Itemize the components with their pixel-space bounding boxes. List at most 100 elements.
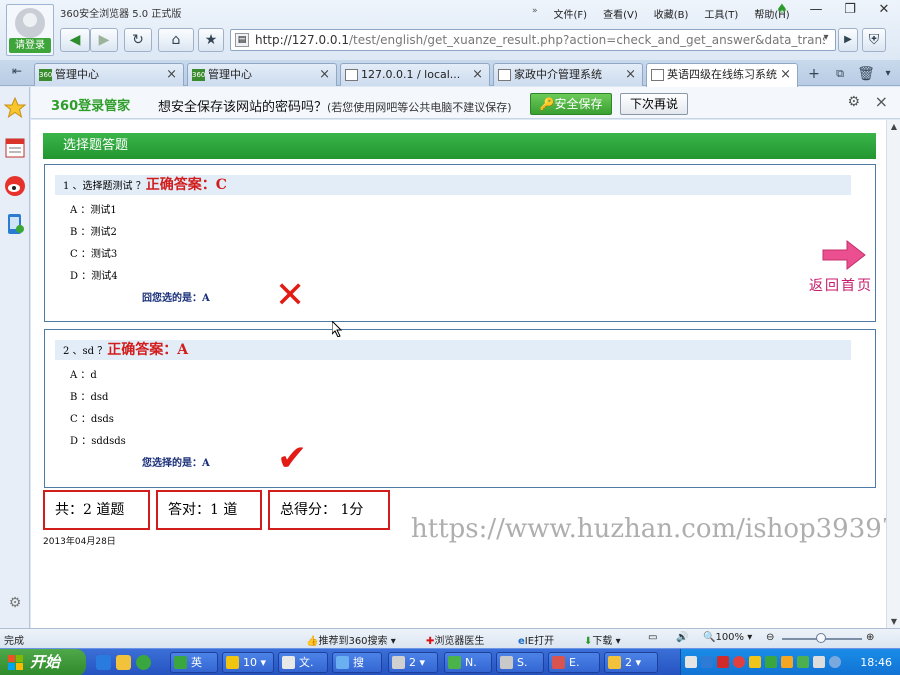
trash-icon[interactable]: 🗑 <box>856 65 876 83</box>
taskbar-item-6[interactable]: N. <box>444 652 492 673</box>
screen-icon[interactable]: ▭ <box>648 632 657 643</box>
question-text: 1 、选择题测试 ？ <box>63 181 146 192</box>
back-home-link[interactable]: 返回首页 <box>807 235 887 295</box>
weibo-icon[interactable] <box>4 175 26 197</box>
360-quicklaunch-icon[interactable] <box>136 655 151 670</box>
tab-label: 127.0.0.1 / local... <box>361 68 461 81</box>
maximize-button[interactable]: ❐ <box>840 2 860 17</box>
menu-file[interactable]: 文件(F) <box>554 6 588 21</box>
zoom-in-icon[interactable]: ⊕ <box>866 632 874 643</box>
question-card-2: 2 、sd ？正确答案：A A ：d B ：dsd C ：dsds D ：sdd… <box>44 329 876 488</box>
taskbar-item-4[interactable]: 搜 <box>332 652 382 673</box>
taskbar-item-1[interactable]: 英 <box>170 652 218 673</box>
task-label: N. <box>465 656 477 669</box>
tab-close-icon[interactable]: × <box>780 64 791 85</box>
antivirus-icon[interactable] <box>717 656 729 668</box>
close-icon[interactable]: × <box>875 92 888 111</box>
skin-icon[interactable]: ♠ <box>772 2 792 17</box>
tab-2[interactable]: 360 管理中心 × <box>187 63 337 86</box>
keyboard-icon[interactable] <box>685 656 697 668</box>
zoom-control[interactable]: 🔍100% ▾ <box>703 632 752 643</box>
download-button[interactable]: ⬇下载 ▾ <box>584 632 621 647</box>
scroll-down-icon[interactable]: ▼ <box>889 617 899 626</box>
watermark: https://www.huzhan.com/ishop39397 <box>411 514 899 544</box>
menu-tools[interactable]: 工具(T) <box>704 6 738 21</box>
start-button[interactable]: 开始 <box>0 649 86 675</box>
go-arrow-icon: ▶ <box>844 34 852 45</box>
ie-open[interactable]: eIE打开 <box>518 632 554 647</box>
zoom-slider-thumb[interactable] <box>816 633 826 643</box>
back-button[interactable]: ◀ <box>60 28 90 52</box>
taskbar-item-7[interactable]: S. <box>496 652 544 673</box>
menu-view[interactable]: 查看(V) <box>603 6 638 21</box>
mobile-icon[interactable] <box>4 213 26 235</box>
taskbar-item-9[interactable]: 2 ▾ <box>604 652 658 673</box>
go-button[interactable]: ▶ <box>838 28 858 52</box>
tab-close-icon[interactable]: × <box>166 64 177 85</box>
gear-icon[interactable]: ⚙ <box>847 94 860 110</box>
security-button[interactable]: ⛨ <box>862 28 886 52</box>
address-bar[interactable]: ▤ http://127.0.0.1/test/english/get_xuan… <box>230 29 836 51</box>
thumb-icon: 👍 <box>306 636 319 647</box>
recent-tabs-icon[interactable]: ⧉ <box>830 65 850 83</box>
network-icon[interactable] <box>781 656 793 668</box>
not-now-button[interactable]: 下次再说 <box>620 93 688 115</box>
home-button[interactable]: ⌂ <box>158 28 194 52</box>
save-password-button[interactable]: 🔑安全保存 <box>530 93 612 115</box>
task-label: E. <box>569 656 580 669</box>
taskbar-item-8[interactable]: E. <box>548 652 600 673</box>
news-icon[interactable] <box>4 137 26 159</box>
tray-misc-icon[interactable] <box>829 656 841 668</box>
address-text[interactable]: http://127.0.0.1/test/english/get_xuanze… <box>255 33 825 47</box>
player-icon[interactable] <box>733 656 745 668</box>
menu-chevron-icon[interactable]: » <box>532 6 538 21</box>
qq-tray-icon[interactable] <box>749 656 761 668</box>
settings-gear-icon[interactable]: ⚙ <box>4 595 26 617</box>
task-label: 英 <box>191 656 202 669</box>
start-label: 开始 <box>30 653 61 671</box>
favorites-star-icon[interactable] <box>3 96 27 119</box>
zoom-magnifier-icon: 🔍 <box>703 632 716 643</box>
tab-close-icon[interactable]: × <box>472 64 483 85</box>
refresh-button[interactable]: ↻ <box>124 28 152 52</box>
tab-close-icon[interactable]: × <box>625 64 636 85</box>
forward-button[interactable]: ▶ <box>90 28 118 52</box>
tab-close-icon[interactable]: × <box>319 64 330 85</box>
key-icon: 🔑 <box>539 97 555 111</box>
volume-icon[interactable] <box>813 656 825 668</box>
recommend-360-search[interactable]: 👍推荐到360搜索 ▾ <box>306 632 396 647</box>
status-bar: 完成 👍推荐到360搜索 ▾ ✚浏览器医生 eIE打开 ⬇下载 ▾ ▭ 🔊 🔍1… <box>0 628 900 648</box>
save-password-label: 安全保存 <box>554 97 603 111</box>
minimize-button[interactable]: — <box>806 2 826 17</box>
login-button[interactable]: 请登录 <box>6 4 54 56</box>
question-card-1: 1 、选择题测试 ？正确答案：C A ：测试1 B ：测试2 C ：测试3 D … <box>44 164 876 322</box>
folder-quicklaunch-icon[interactable] <box>116 655 131 670</box>
task-label: 文. <box>299 656 314 669</box>
taskbar-item-2[interactable]: 10 ▾ <box>222 652 274 673</box>
password-question: 想安全保存该网站的密码吗？ <box>158 100 328 115</box>
zoom-out-icon[interactable]: ⊖ <box>766 632 774 643</box>
system-tray: 18:46 <box>680 649 900 675</box>
shield-tray-icon[interactable] <box>797 656 809 668</box>
scroll-up-icon[interactable]: ▲ <box>889 122 899 131</box>
tab-3[interactable]: 127.0.0.1 / local... × <box>340 63 490 86</box>
tab-4[interactable]: 家政中介管理系统 × <box>493 63 643 86</box>
sidebar-toggle-icon[interactable]: ⇤ <box>6 64 28 82</box>
menu-favorites[interactable]: 收藏(B) <box>654 6 689 21</box>
close-window-button[interactable]: ✕ <box>874 2 894 17</box>
ie-quicklaunch-icon[interactable] <box>96 655 111 670</box>
tab-5-active[interactable]: 英语四级在线练习系统 × <box>646 63 798 87</box>
tab-1[interactable]: 360 管理中心 × <box>34 63 184 86</box>
password-note: (若您使用网吧等公共电脑不建议保存) <box>327 101 512 114</box>
speaker-icon[interactable]: 🔊 <box>676 632 688 643</box>
trash-dropdown-icon[interactable]: ▾ <box>878 65 898 83</box>
address-dropdown-icon[interactable]: ▾ <box>819 32 833 48</box>
favorite-button[interactable]: ★ <box>198 28 224 52</box>
tray-app-icon[interactable] <box>701 656 713 668</box>
taskbar-item-5[interactable]: 2 ▾ <box>388 652 438 673</box>
taskbar-item-3[interactable]: 文. <box>278 652 328 673</box>
new-tab-icon[interactable]: + <box>804 65 824 83</box>
browser-doctor[interactable]: ✚浏览器医生 <box>426 632 484 647</box>
360-tray-icon[interactable] <box>765 656 777 668</box>
vertical-scrollbar[interactable]: ▲ ▼ <box>886 120 900 628</box>
